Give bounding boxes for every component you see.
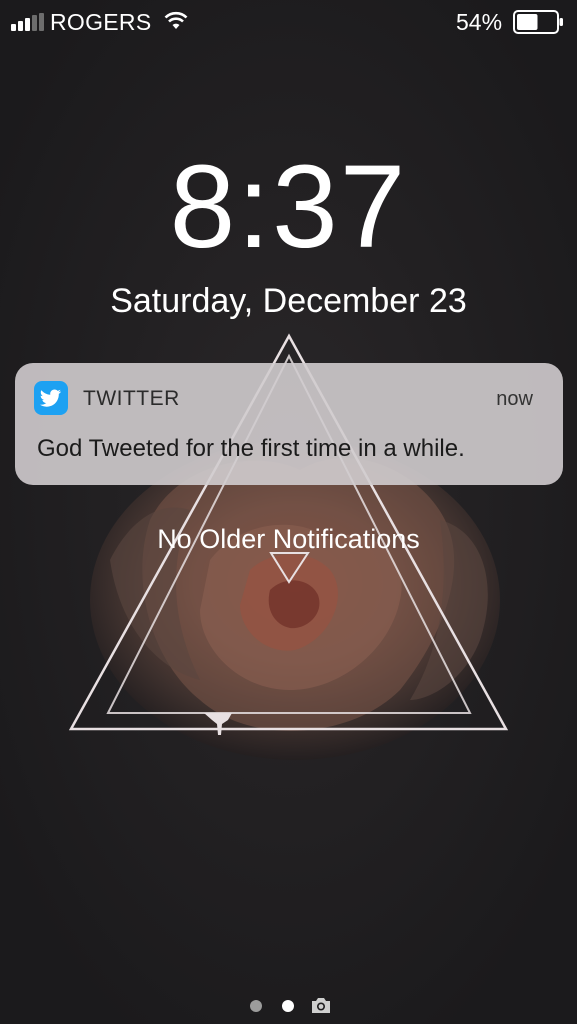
battery-percentage: 54% <box>456 9 503 35</box>
cellular-signal-icon <box>11 13 44 31</box>
page-indicator <box>250 994 335 1016</box>
twitter-notification[interactable]: TWITTER now God Tweeted for the first ti… <box>15 363 563 485</box>
page-dot-2-current[interactable] <box>282 1000 294 1012</box>
lock-screen-time: 8:37 <box>169 141 408 273</box>
wifi-icon <box>164 11 188 29</box>
camera-icon[interactable] <box>310 995 332 1015</box>
page-dot-1[interactable] <box>250 1000 262 1012</box>
notification-time: now <box>496 388 533 410</box>
status-bar: ROGERS 54% <box>0 0 577 44</box>
battery-icon <box>513 10 563 34</box>
carrier-name: ROGERS <box>50 9 152 35</box>
notification-app-name: TWITTER <box>83 387 180 410</box>
twitter-bird-icon <box>34 381 68 415</box>
lock-screen-date: Saturday, December 23 <box>110 282 467 320</box>
no-older-notifications-label: No Older Notifications <box>157 524 420 554</box>
notification-message: God Tweeted for the first time in a whil… <box>37 435 465 462</box>
